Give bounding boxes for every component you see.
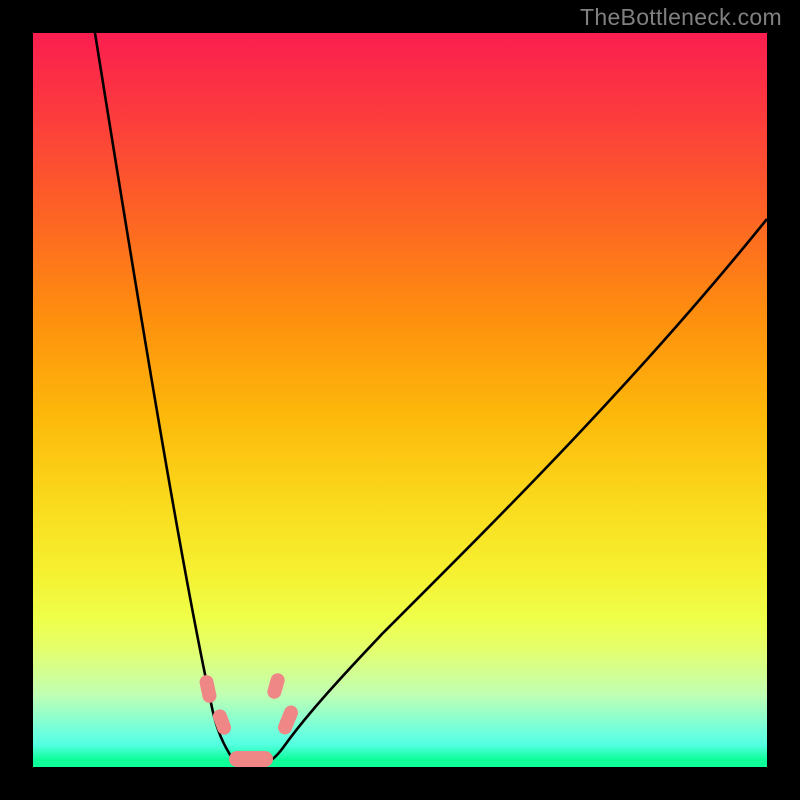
bottleneck-curve bbox=[33, 33, 767, 767]
curve-right-branch bbox=[271, 219, 767, 760]
plot-area bbox=[33, 33, 767, 767]
curve-left-branch bbox=[95, 33, 236, 760]
chart-frame: TheBottleneck.com bbox=[0, 0, 800, 800]
watermark-text: TheBottleneck.com bbox=[580, 4, 782, 31]
curve-marker-4 bbox=[229, 751, 273, 767]
